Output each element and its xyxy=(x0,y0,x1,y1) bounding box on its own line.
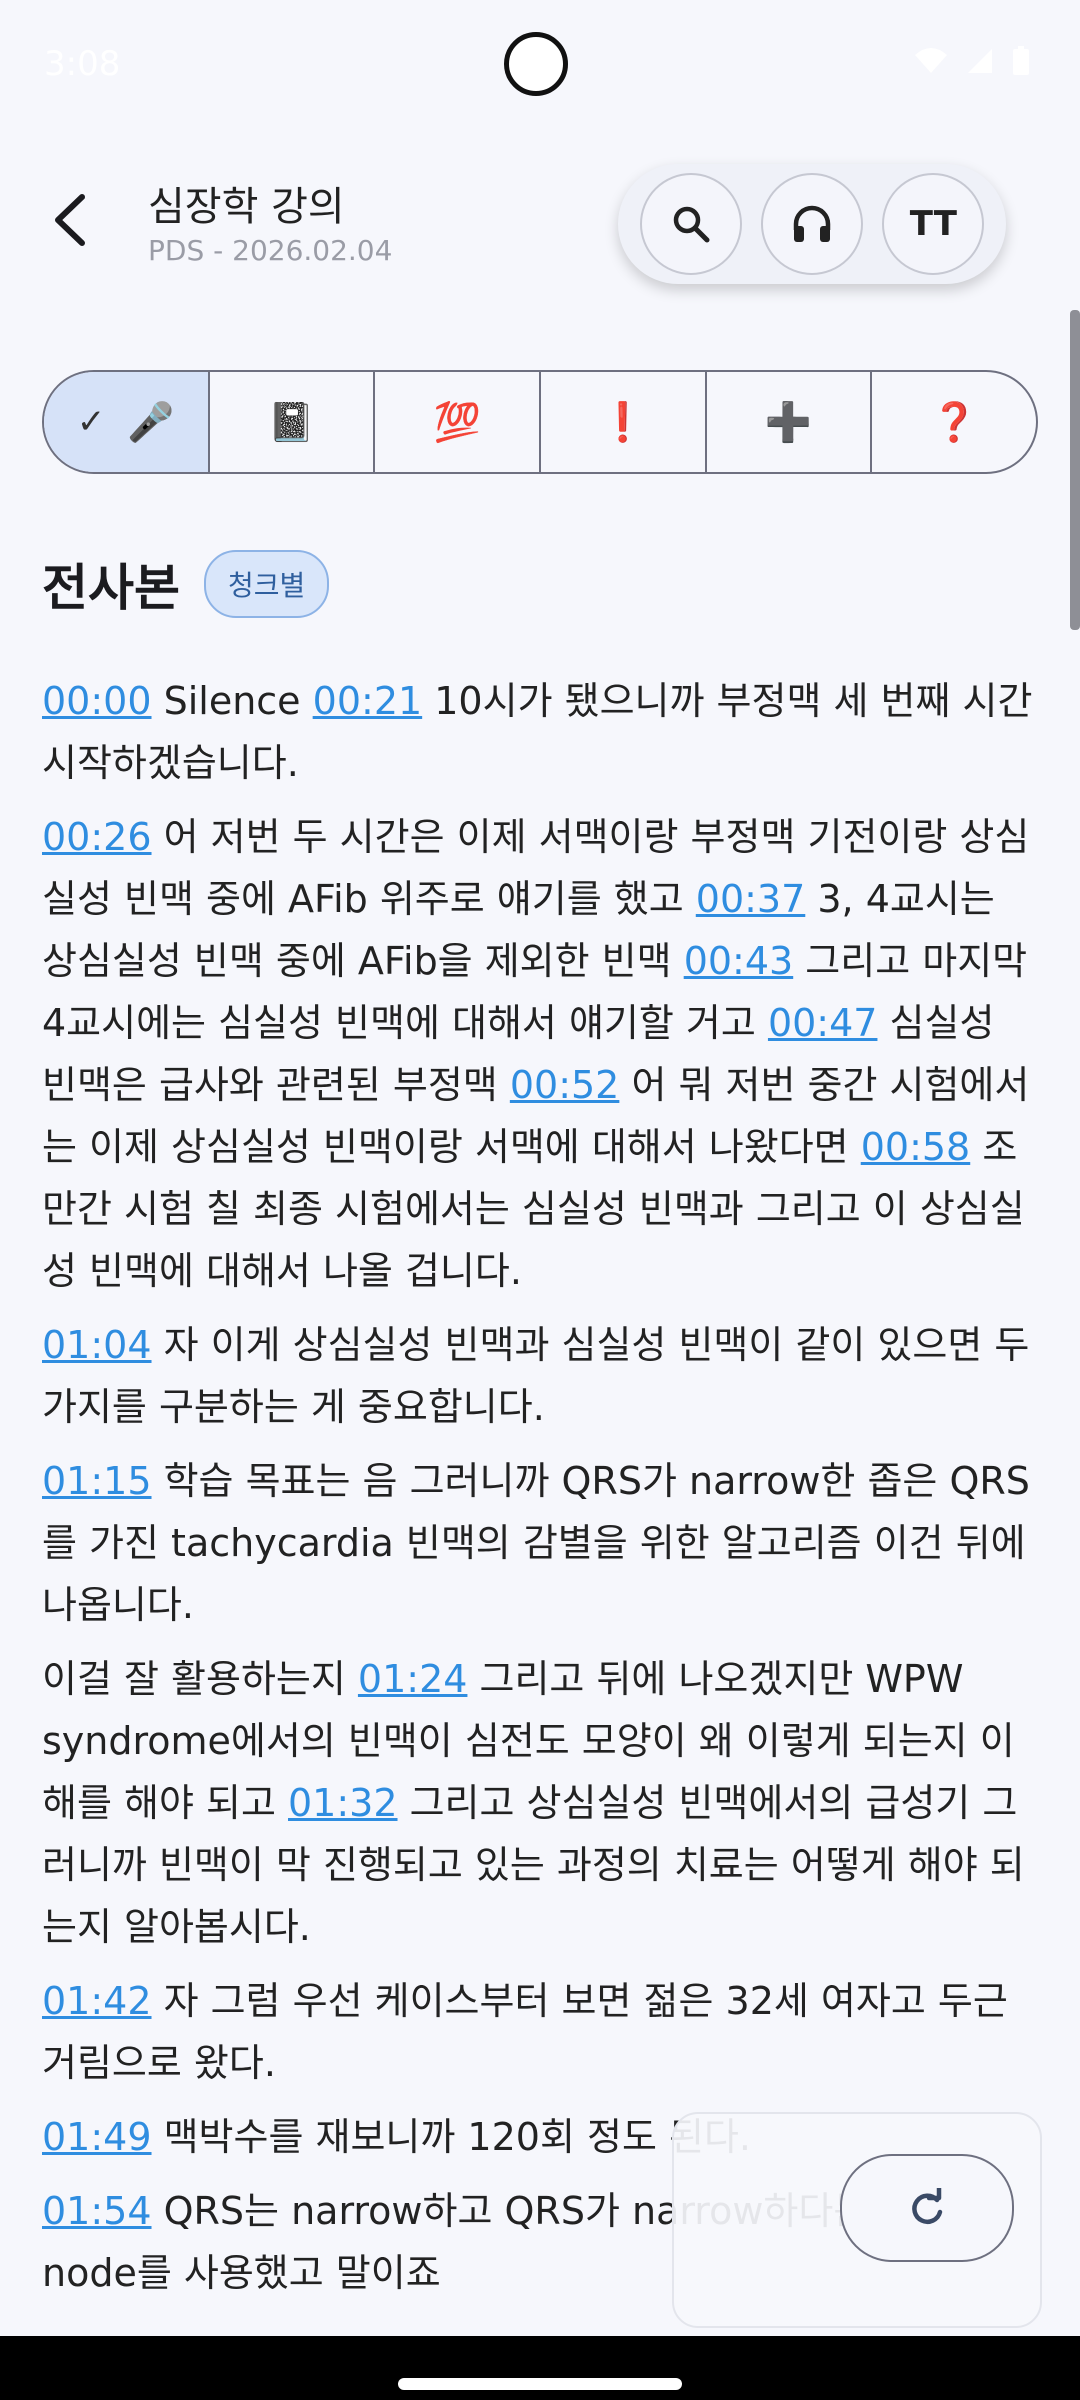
timestamp-link[interactable]: 01:04 xyxy=(42,1323,152,1367)
filter-plus[interactable]: ➕ xyxy=(704,372,871,472)
transcript-text: 이걸 잘 활용하는지 xyxy=(42,1657,358,1701)
timestamp-link[interactable]: 00:21 xyxy=(313,679,423,723)
scrollbar[interactable] xyxy=(1070,310,1080,630)
transcript-text: 자 이게 상심실성 빈맥과 심실성 빈맥이 같이 있으면 두 가지를 구분하는 … xyxy=(42,1323,1030,1429)
timestamp-link[interactable]: 00:00 xyxy=(42,679,152,723)
transcript-paragraph: 00:00 Silence 00:21 10시가 됐으니까 부정맥 세 번째 시… xyxy=(42,670,1038,794)
floating-panel xyxy=(672,2112,1042,2328)
transcript-paragraph: 01:04 자 이게 상심실성 빈맥과 심실성 빈맥이 같이 있으면 두 가지를… xyxy=(42,1314,1038,1438)
app-bar: 심장학 강의 PDS - 2026.02.04 TT xyxy=(0,150,1080,300)
transcript-text: 자 그럼 우선 케이스부터 보면 젊은 32세 여자고 두근거림으로 왔다. xyxy=(42,1979,1008,2085)
section-title: 전사본 xyxy=(42,559,180,617)
timestamp-link[interactable]: 01:54 xyxy=(42,2189,152,2233)
timestamp-link[interactable]: 00:37 xyxy=(696,877,806,921)
page-title: 심장학 강의 xyxy=(148,184,345,230)
filter-exclamation[interactable]: ❗ xyxy=(539,372,705,472)
home-indicator[interactable] xyxy=(398,2378,682,2390)
filter-hundred[interactable]: 💯 xyxy=(373,372,539,472)
transcript-paragraph: 00:26 어 저번 두 시간은 이제 서맥이랑 부정맥 기전이랑 상심실성 빈… xyxy=(42,806,1038,1302)
search-icon xyxy=(673,206,710,243)
filter-question[interactable]: ❓ xyxy=(870,372,1036,472)
listen-button[interactable] xyxy=(760,173,863,275)
refresh-icon xyxy=(912,2188,943,2224)
transcript-text: 학습 목표는 음 그러니까 QRS가 narrow한 좁은 QRS를 가진 ta… xyxy=(42,1459,1030,1627)
filter-notebook[interactable]: 📓 xyxy=(207,372,374,472)
timestamp-link[interactable]: 01:24 xyxy=(358,1657,468,1701)
search-button[interactable] xyxy=(639,173,742,275)
headphones-icon xyxy=(793,205,831,242)
transcript-paragraph: 이걸 잘 활용하는지 01:24 그리고 뒤에 나오겠지만 WPW syndro… xyxy=(42,1648,1038,1958)
hundred-points-icon: 💯 xyxy=(433,399,481,444)
timestamp-link[interactable]: 01:32 xyxy=(288,1781,398,1825)
wifi-icon xyxy=(915,48,947,73)
toolbar-group: TT xyxy=(618,164,1006,284)
timestamp-link[interactable]: 00:47 xyxy=(768,1001,878,1045)
back-button[interactable] xyxy=(38,188,102,252)
microphone-icon: 🎤 xyxy=(127,399,175,444)
battery-icon xyxy=(1013,46,1029,75)
system-nav-bar xyxy=(0,2336,1080,2400)
page-subtitle: PDS - 2026.02.04 xyxy=(148,234,393,267)
camera-cutout xyxy=(504,32,568,96)
exclamation-icon: ❗ xyxy=(599,399,647,444)
transcript-text: 맥박수를 재보니까 120회 정도 된다. xyxy=(151,2115,752,2159)
text-size-button[interactable]: TT xyxy=(882,173,985,275)
back-arrow-icon xyxy=(55,194,85,246)
timestamp-link[interactable]: 00:58 xyxy=(861,1125,971,1169)
timestamp-link[interactable]: 01:49 xyxy=(42,2115,152,2159)
transcript-paragraph: 01:42 자 그럼 우선 케이스부터 보면 젊은 32세 여자고 두근거림으로… xyxy=(42,1970,1038,2094)
plus-icon: ➕ xyxy=(764,399,813,444)
transcript-paragraph: 01:15 학습 목표는 음 그러니까 QRS가 narrow한 좁은 QRS를… xyxy=(42,1450,1038,1636)
filter-segmented-control: ✓ 🎤 📓 💯 ❗ ➕ ❓ xyxy=(42,370,1038,474)
question-icon: ❓ xyxy=(930,399,978,444)
transcript-text: Silence xyxy=(151,679,313,723)
refresh-button[interactable] xyxy=(840,2154,1014,2262)
timestamp-link[interactable]: 01:42 xyxy=(42,1979,152,2023)
timestamp-link[interactable]: 00:43 xyxy=(684,939,794,983)
timestamp-link[interactable]: 00:26 xyxy=(42,815,152,859)
status-time: 3:08 xyxy=(44,44,121,84)
check-icon: ✓ xyxy=(76,402,106,442)
transcript-body: 00:00 Silence 00:21 10시가 됐으니까 부정맥 세 번째 시… xyxy=(42,670,1038,2316)
timestamp-link[interactable]: 01:15 xyxy=(42,1459,152,1503)
transcript-header: 전사본 청크별 xyxy=(42,548,330,620)
status-icons xyxy=(914,46,1030,76)
filter-microphone[interactable]: ✓ 🎤 xyxy=(44,372,208,472)
text-size-icon: TT xyxy=(909,204,957,244)
chunk-chip[interactable]: 청크별 xyxy=(204,550,330,618)
notebook-icon: 📓 xyxy=(267,399,316,444)
timestamp-link[interactable]: 00:52 xyxy=(510,1063,620,1107)
signal-icon xyxy=(968,49,992,73)
